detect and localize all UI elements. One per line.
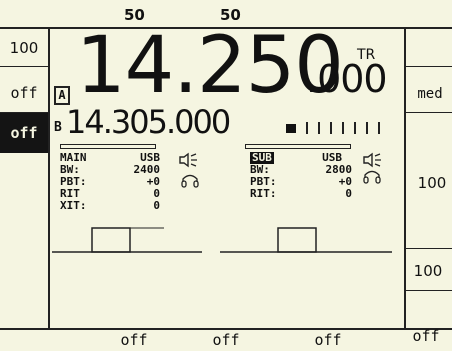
main-passband-display <box>52 227 202 253</box>
sub-section-bar <box>245 144 351 149</box>
headphones-icon <box>181 174 199 188</box>
speaker-icon <box>363 152 381 168</box>
frame-bottom-line <box>0 328 452 330</box>
bottom-softkey-4[interactable]: off <box>404 327 448 345</box>
s-meter-fill <box>286 124 296 133</box>
right-divider-1 <box>406 66 452 67</box>
bottom-softkey-1[interactable]: off <box>112 331 156 349</box>
right-softkey-1[interactable]: med <box>410 86 450 102</box>
left-softkey-2[interactable]: off <box>4 84 44 102</box>
frame-right-line <box>404 27 406 329</box>
s-meter <box>286 122 386 134</box>
right-divider-4 <box>406 290 452 291</box>
right-divider-3 <box>406 248 452 249</box>
vfo-b-indicator: B <box>54 120 62 135</box>
right-divider-2 <box>406 112 452 113</box>
bottom-softkey-3[interactable]: off <box>306 331 350 349</box>
left-softkey-3[interactable]: off <box>0 113 48 153</box>
left-divider-1 <box>0 66 48 67</box>
main-rx-row-value: 0 <box>153 199 160 212</box>
frame-left-line <box>48 27 50 329</box>
sub-rx-row-label: RIT: <box>250 187 277 200</box>
tx-indicator: TR <box>357 47 376 63</box>
vfo-a-frequency: 14.250 <box>76 21 344 111</box>
sub-passband-display <box>220 227 392 253</box>
right-softkey-3[interactable]: 100 <box>410 262 446 280</box>
main-rx-row-label: XIT: <box>60 199 87 212</box>
main-section-bar <box>60 144 156 149</box>
speaker-icon <box>179 152 197 168</box>
bottom-softkey-2[interactable]: off <box>204 331 248 349</box>
right-softkey-2[interactable]: 100 <box>414 174 450 192</box>
headphones-icon <box>363 170 381 184</box>
radio-display: 50 50 100 off off med 100 100 A 14.250 .… <box>0 0 452 351</box>
vfo-b-frequency: 14.305.000 <box>66 103 231 141</box>
vfo-a-frequency-decimals: .000 <box>306 57 388 101</box>
left-softkey-1[interactable]: 100 <box>4 39 44 57</box>
sub-rx-row-value: 0 <box>345 187 352 200</box>
